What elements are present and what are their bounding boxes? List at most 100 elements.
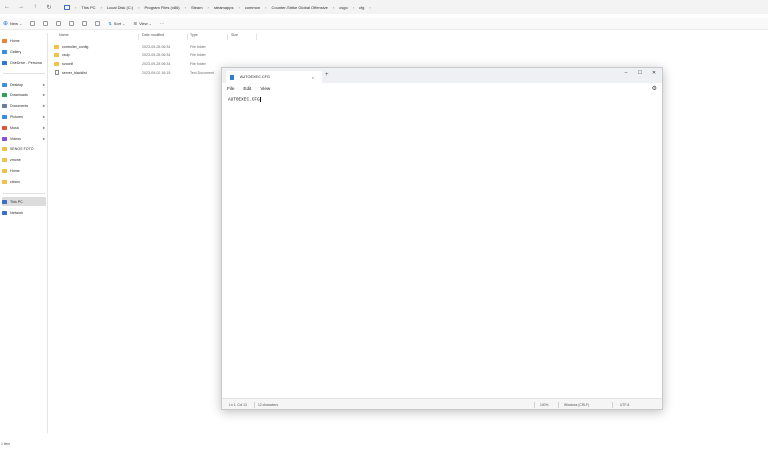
column-header-date[interactable]: Date modified: [142, 33, 164, 40]
copy-icon[interactable]: [43, 21, 49, 26]
column-header-size[interactable]: Size: [231, 33, 238, 40]
column-divider[interactable]: [138, 34, 139, 40]
sidebar-item-gallery[interactable]: Gallery: [2, 47, 46, 56]
notepad-tab[interactable]: AUTOEXEC.CFG ×: [226, 71, 322, 83]
column-header-name[interactable]: Name: [59, 33, 69, 40]
rename-icon[interactable]: [69, 21, 75, 26]
notepad-titlebar[interactable]: AUTOEXEC.CFG × + – ☐ ✕: [222, 68, 662, 83]
address-bar: ← → ↑ ↻ › This PC › Local Disk (C:) › Program…: [0, 0, 768, 14]
new-tab-button[interactable]: +: [325, 72, 329, 78]
sidebar-item-downloads[interactable]: Downloads ✱: [2, 91, 46, 100]
navigation-pane: Home Gallery OneDrive - Persona Desktop ✱ Dow…: [0, 33, 48, 433]
breadcrumb-item[interactable]: Local Disk (C:): [104, 5, 136, 10]
sidebar-item-label: zmone: [10, 158, 21, 163]
character-count: 12 characters: [258, 402, 278, 407]
text-editor[interactable]: AUTOEXEC.CFG: [222, 94, 662, 399]
sidebar-item-network[interactable]: Network: [2, 208, 46, 217]
column-divider[interactable]: [187, 34, 188, 40]
sidebar-item-music[interactable]: Music ✱: [2, 123, 46, 132]
sidebar-item-videos[interactable]: Videos ✱: [2, 134, 46, 143]
breadcrumb-item[interactable]: Program Files (x86): [142, 5, 183, 10]
file-name: server_blacklist: [62, 70, 87, 75]
breadcrumb-item[interactable]: cfg: [356, 5, 367, 10]
sidebar-item-zmone[interactable]: zmone: [2, 156, 46, 165]
folder-icon: [2, 147, 7, 152]
gallery-icon: [2, 49, 7, 54]
share-icon[interactable]: [82, 21, 88, 26]
column-divider[interactable]: [256, 34, 257, 40]
delete-icon[interactable]: [95, 21, 101, 26]
minimize-button[interactable]: –: [620, 70, 632, 76]
view-button[interactable]: ☰ View ⌄: [133, 21, 152, 26]
close-tab-icon[interactable]: ×: [312, 75, 314, 80]
file-date: 2023-09-28 06:34: [142, 62, 171, 67]
notepad-window: AUTOEXEC.CFG × + – ☐ ✕ File Edit View ⚙ AUT…: [221, 67, 663, 410]
more-button[interactable]: ···: [160, 21, 164, 26]
sidebar-item-desktop[interactable]: Desktop ✱: [2, 80, 46, 89]
home-icon: [2, 38, 7, 43]
plus-icon: ⊕: [3, 21, 9, 27]
sort-button[interactable]: ⇅ Sort ⌄: [108, 21, 125, 26]
pin-icon: ✱: [42, 104, 45, 109]
column-divider[interactable]: [227, 34, 228, 40]
documents-icon: [2, 104, 7, 109]
close-button[interactable]: ✕: [648, 70, 660, 76]
folder-icon: [2, 179, 7, 184]
breadcrumb-item[interactable]: This PC: [78, 5, 98, 10]
forward-arrow-icon[interactable]: →: [14, 0, 28, 14]
sidebar-item-citram[interactable]: citram: [2, 177, 46, 186]
paste-icon[interactable]: [56, 21, 62, 26]
breadcrumb-item[interactable]: Steam: [188, 5, 206, 10]
menu-file[interactable]: File: [227, 86, 234, 91]
new-button[interactable]: ⊕ New ⌄: [3, 20, 22, 27]
sidebar-item-label: Documents: [10, 104, 29, 109]
back-arrow-icon[interactable]: ←: [0, 0, 14, 14]
breadcrumb-item[interactable]: Counter-Strike Global Offensive: [268, 5, 330, 10]
menu-edit[interactable]: Edit: [243, 86, 251, 91]
sidebar-item-label: Network: [10, 210, 24, 215]
sidebar-item-documents[interactable]: Documents ✱: [2, 102, 46, 111]
chevron-down-icon: ⌄: [19, 21, 23, 26]
breadcrumb-item[interactable]: common: [242, 5, 263, 10]
breadcrumb-separator-icon[interactable]: ›: [367, 5, 372, 10]
maximize-button[interactable]: ☐: [634, 70, 646, 76]
sidebar-item-pictures[interactable]: Pictures ✱: [2, 112, 46, 121]
sidebar-item-this-pc[interactable]: This PC: [2, 197, 46, 206]
status-divider: [534, 401, 535, 408]
editor-content: AUTOEXEC.CFG: [228, 97, 260, 103]
sort-label: Sort: [113, 21, 122, 26]
line-ending[interactable]: Windows (CRLF): [564, 403, 589, 407]
sidebar-item-label: This PC: [10, 199, 23, 204]
explorer-toolbar: ⊕ New ⌄ ⇅ Sort ⌄ ☰ View ⌄ ···: [0, 18, 768, 30]
file-name: controller_config: [62, 44, 89, 49]
file-row[interactable]: controller_config 2023-09-28 06:34 File fo…: [52, 43, 262, 51]
file-type: Text Document: [190, 70, 214, 75]
settings-gear-icon[interactable]: ⚙: [652, 85, 657, 92]
breadcrumb-item[interactable]: steamapps: [211, 5, 237, 10]
folder-icon: [54, 53, 59, 58]
up-arrow-icon[interactable]: ↑: [28, 0, 42, 14]
text-caret: [259, 97, 261, 102]
notepad-icon: [230, 74, 234, 80]
file-type: File folder: [190, 53, 206, 58]
sidebar-item-onedrive-persona[interactable]: OneDrive - Persona: [2, 58, 46, 67]
column-header-type[interactable]: Type: [190, 33, 198, 40]
sidebar-item-senos-foto[interactable]: SENOS FOTO: [2, 145, 46, 154]
pc-icon: [2, 199, 7, 204]
file-row[interactable]: csdp 2023-09-28 06:34 File folder: [52, 52, 262, 60]
folder-icon: [2, 158, 7, 163]
zoom-level[interactable]: 100%: [540, 403, 548, 407]
file-date: 2023-09-28 06:34: [142, 53, 171, 58]
refresh-icon[interactable]: ↻: [42, 0, 56, 14]
file-name: svconfi: [62, 62, 74, 67]
tab-title: AUTOEXEC.CFG: [240, 75, 270, 79]
cut-icon[interactable]: [30, 21, 36, 26]
encoding[interactable]: UTF-8: [620, 403, 629, 407]
breadcrumb-item[interactable]: csgo: [336, 5, 350, 10]
sidebar-divider: [3, 73, 45, 74]
chevron-down-icon: ⌄: [122, 21, 126, 26]
sidebar-item-home[interactable]: Home: [2, 166, 46, 175]
menu-view[interactable]: View: [260, 86, 270, 91]
sidebar-item-home[interactable]: Home: [2, 36, 46, 45]
sidebar-item-label: SENOS FOTO: [10, 147, 34, 152]
